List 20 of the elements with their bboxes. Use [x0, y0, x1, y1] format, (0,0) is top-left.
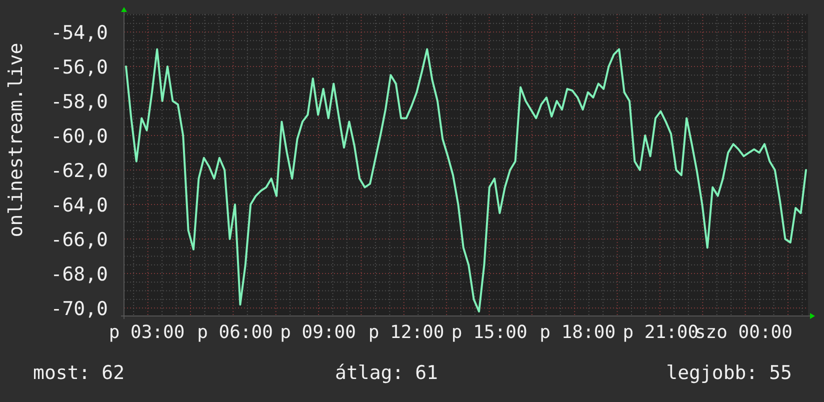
x-tick-label: p 06:00	[197, 322, 273, 343]
x-tick-label: p 15:00	[451, 322, 528, 343]
y-axis-label: onlinestream.live	[5, 42, 27, 238]
y-tick-label: -58,0	[50, 90, 108, 113]
x-tick-label: p 12:00	[368, 322, 444, 343]
y-tick-label: -64,0	[50, 194, 108, 217]
stat-text: legjobb: 55	[666, 362, 792, 384]
x-tick-label: p 21:00	[622, 322, 699, 343]
y-tick-label: -54,0	[50, 22, 108, 44]
stat-text: átlag: 61	[335, 362, 438, 384]
y-tick-label: -56,0	[50, 56, 108, 78]
x-tick-label: p 03:00	[108, 322, 185, 343]
y-tick-label: -60,0	[50, 126, 108, 148]
x-tick-label: p 09:00	[280, 322, 356, 343]
stat-text: most: 62	[33, 362, 125, 384]
y-tick-label: -68,0	[50, 264, 108, 286]
y-tick-label: -70,0	[50, 298, 108, 320]
y-tick-label: -66,0	[50, 229, 108, 252]
x-tick-label: p 18:00	[540, 322, 616, 343]
y-tick-label: -62,0	[50, 160, 108, 182]
